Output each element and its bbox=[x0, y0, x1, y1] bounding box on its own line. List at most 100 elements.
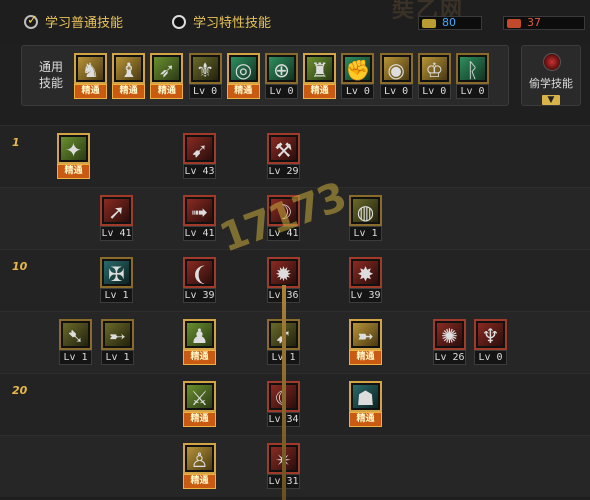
rush-icon: ➼ bbox=[353, 323, 378, 348]
mastery-badge: 精通 bbox=[226, 84, 260, 99]
sp-value: 80 bbox=[442, 16, 456, 29]
target-icon: ◎ bbox=[230, 57, 256, 82]
skill-level: Lv 0 bbox=[341, 84, 375, 99]
skill-level: Lv 26 bbox=[433, 350, 466, 365]
mastery-badge: 精通 bbox=[150, 84, 184, 99]
dash-skill[interactable]: ➸ Lv 1 bbox=[101, 319, 134, 366]
warrior-icon: ♜ bbox=[307, 57, 333, 82]
skill-type-bar: 学习普通技能 学习特性技能 奘乙网 80 37 bbox=[0, 0, 590, 44]
strongman-icon: ♔ bbox=[421, 57, 447, 82]
skill-level: Lv 1 bbox=[100, 288, 133, 303]
sprint-icon: ➶ bbox=[154, 57, 180, 82]
skill-frame: ♝ bbox=[112, 53, 146, 84]
selected-radio-icon bbox=[24, 13, 38, 29]
warrior-skill[interactable]: ♜ 精通 bbox=[303, 53, 337, 100]
shield-crest-icon: ✠ bbox=[104, 261, 129, 286]
blade-skill[interactable]: ⚔ 精通 bbox=[183, 381, 216, 428]
berserk-skill[interactable]: ✺ Lv 26 bbox=[433, 319, 466, 366]
swipe-skill[interactable]: ❨ Lv 39 bbox=[183, 257, 216, 304]
sprint-skill[interactable]: ➶ 精通 bbox=[150, 53, 184, 100]
skill-frame: ◍ bbox=[349, 195, 382, 226]
learn-normal-label: 学习普通技能 bbox=[45, 16, 124, 31]
lunge-icon: ➟ bbox=[187, 199, 212, 224]
skill-frame: ⊕ bbox=[265, 53, 298, 84]
hooded-skill[interactable]: ♟ 精通 bbox=[183, 319, 216, 366]
crosshair-skill[interactable]: ⊕ Lv 0 bbox=[265, 53, 298, 100]
skill-level: Lv 0 bbox=[265, 84, 298, 99]
skill-frame: ➼ bbox=[349, 319, 382, 350]
beast-icon: ☗ bbox=[353, 385, 378, 410]
beast-skill[interactable]: ☗ 精通 bbox=[349, 381, 382, 428]
steal-skill-button[interactable]: 偷学技能 ▼ bbox=[521, 45, 581, 106]
skill-frame: ⚔ bbox=[183, 381, 216, 412]
fighter-icon: ✊ bbox=[345, 57, 371, 82]
kneel-skill[interactable]: ♞ 精通 bbox=[74, 53, 107, 100]
stance-icon: ♙ bbox=[187, 447, 212, 472]
eye-skill[interactable]: ◉ Lv 0 bbox=[379, 53, 413, 100]
skill-frame: ☗ bbox=[349, 381, 382, 412]
target-skill[interactable]: ◎ 精通 bbox=[226, 53, 260, 100]
mastery-badge: 精通 bbox=[74, 84, 107, 99]
skill-frame: ✦ bbox=[57, 133, 90, 164]
blade-icon: ⚔ bbox=[187, 385, 212, 410]
level-row-label: 1 bbox=[12, 136, 20, 149]
mastery-badge: 精通 bbox=[183, 474, 216, 489]
skill-frame: ⚜ bbox=[188, 53, 222, 84]
jump-kick-icon: ➷ bbox=[63, 323, 88, 348]
skill-frame: ᚱ bbox=[456, 53, 489, 84]
tp-value: 37 bbox=[527, 16, 541, 29]
dragon-claw-icon: ✦ bbox=[61, 137, 86, 162]
leap-skill[interactable]: ➚ Lv 41 bbox=[100, 195, 133, 242]
skill-frame: ♜ bbox=[303, 53, 337, 84]
skill-frame: ♆ bbox=[474, 319, 507, 350]
skill-frame: ♟ bbox=[183, 319, 216, 350]
dragon-claw-skill[interactable]: ✦ 精通 bbox=[57, 133, 90, 180]
mastery-badge: 精通 bbox=[349, 350, 382, 365]
skill-frame: ✺ bbox=[433, 319, 466, 350]
skill-level: Lv 0 bbox=[188, 84, 222, 99]
mastery-badge: 精通 bbox=[112, 84, 146, 99]
rake-skill[interactable]: ⚒ Lv 29 bbox=[267, 133, 300, 180]
stance-skill[interactable]: ♙ 精通 bbox=[183, 443, 216, 490]
chevron-down-icon[interactable]: ▼ bbox=[542, 95, 560, 105]
crouch-skill[interactable]: ♝ 精通 bbox=[112, 53, 146, 100]
hooded-icon: ♟ bbox=[187, 323, 212, 348]
common-skills-panel: 通用技能 ♞ 精通 ♝ 精通 ➶ 精通 ⚜ Lv 0 ◎ 精通 ⊕ Lv 0 ♜ 精通 ✊ Lv 0 ◉ Lv 0… bbox=[21, 45, 509, 106]
skill-frame: ◉ bbox=[379, 53, 413, 84]
shield-crest-skill[interactable]: ✠ Lv 1 bbox=[100, 257, 133, 304]
tree-connector-line bbox=[282, 285, 286, 500]
rune-skill[interactable]: ᚱ Lv 0 bbox=[456, 53, 489, 100]
steal-skill-icon bbox=[543, 53, 561, 71]
wings-skill[interactable]: ⚜ Lv 0 bbox=[188, 53, 222, 100]
rake-icon: ⚒ bbox=[271, 137, 296, 162]
skill-level: Lv 0 bbox=[379, 84, 413, 99]
skill-level: Lv 0 bbox=[474, 350, 507, 365]
skill-level: Lv 39 bbox=[183, 288, 216, 303]
skill-tree: 1 10 20 ✦ 精通 ➹ Lv 43 ⚒ Lv 29 ➚ Lv 41 ➟ Lv 41 ☽ Lv 41 ◍ L… bbox=[0, 125, 590, 500]
kneel-icon: ♞ bbox=[78, 57, 103, 82]
swipe-icon: ❨ bbox=[187, 261, 212, 286]
dash-icon: ➸ bbox=[105, 323, 130, 348]
leap-icon: ➚ bbox=[104, 199, 129, 224]
trident-skill[interactable]: ♆ Lv 0 bbox=[474, 319, 507, 366]
mastery-badge: 精通 bbox=[183, 412, 216, 427]
common-skills-label: 通用技能 bbox=[38, 60, 63, 90]
skill-frame: ⚒ bbox=[267, 133, 300, 164]
skill-level: Lv 1 bbox=[101, 350, 134, 365]
skill-frame: ➷ bbox=[59, 319, 92, 350]
fighter-skill[interactable]: ✊ Lv 0 bbox=[341, 53, 375, 100]
sp-icon bbox=[422, 18, 436, 28]
learn-normal-tab[interactable]: 学习普通技能 bbox=[24, 12, 123, 31]
radio-icon bbox=[172, 14, 186, 29]
crouch-icon: ♝ bbox=[116, 57, 142, 82]
rush-skill[interactable]: ➼ 精通 bbox=[349, 319, 382, 366]
strongman-skill[interactable]: ♔ Lv 0 bbox=[417, 53, 451, 100]
jump-kick-skill[interactable]: ➷ Lv 1 bbox=[59, 319, 92, 366]
skill-frame: ✊ bbox=[341, 53, 375, 84]
skill-level: Lv 41 bbox=[183, 226, 216, 241]
skill-level: Lv 0 bbox=[456, 84, 489, 99]
learn-trait-tab[interactable]: 学习特性技能 bbox=[172, 12, 271, 31]
lunge-skill[interactable]: ➟ Lv 41 bbox=[183, 195, 216, 242]
spear-icon: ➹ bbox=[187, 137, 212, 162]
spear-skill[interactable]: ➹ Lv 43 bbox=[183, 133, 216, 180]
